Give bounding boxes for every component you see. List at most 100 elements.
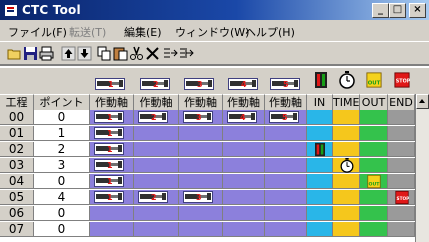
point-cell[interactable]: 0 (34, 206, 90, 221)
append-row-icon[interactable] (178, 45, 195, 62)
axis-cell[interactable] (179, 126, 223, 141)
copy-icon[interactable] (96, 45, 113, 62)
axis-cell[interactable] (134, 142, 179, 157)
out-cell[interactable] (360, 158, 388, 173)
title-bar[interactable]: CTC Tool _ □ × (0, 0, 429, 20)
end-cell[interactable] (388, 126, 415, 141)
point-cell[interactable]: 4 (34, 190, 90, 205)
in-cell[interactable] (307, 222, 333, 237)
axis-cell[interactable] (223, 174, 265, 189)
out-cell[interactable] (360, 142, 388, 157)
axis-cell[interactable] (134, 222, 179, 237)
paste-icon[interactable] (112, 45, 129, 62)
time-cell[interactable] (333, 126, 360, 141)
point-cell[interactable]: 0 (34, 110, 90, 125)
axis-cell[interactable] (265, 126, 307, 141)
column-header[interactable]: 作動軸 (265, 94, 307, 111)
out-cell[interactable] (360, 126, 388, 141)
move-up-icon[interactable] (60, 45, 77, 62)
time-cell[interactable] (333, 158, 360, 173)
step-cell[interactable]: 07 (0, 222, 34, 237)
out-cell[interactable] (360, 206, 388, 221)
palette-actuator-5-icon[interactable]: 5 (270, 75, 300, 90)
time-cell[interactable] (333, 206, 360, 221)
maximize-button[interactable]: □ (389, 3, 406, 18)
step-cell[interactable]: 00 (0, 110, 34, 125)
step-cell[interactable]: 02 (0, 142, 34, 157)
palette-time-icon[interactable] (339, 71, 355, 93)
column-header[interactable]: 作動軸 (223, 94, 265, 111)
save-icon[interactable] (22, 45, 39, 62)
in-cell[interactable] (307, 158, 333, 173)
column-header[interactable]: TIME (333, 94, 360, 111)
end-cell[interactable] (388, 222, 415, 237)
in-cell[interactable] (307, 206, 333, 221)
column-header[interactable]: 作動軸 (179, 94, 223, 111)
column-header[interactable]: 作動軸 (134, 94, 179, 111)
insert-row-icon[interactable] (162, 45, 179, 62)
point-cell[interactable]: 1 (34, 126, 90, 141)
axis-cell[interactable] (179, 222, 223, 237)
axis-cell[interactable]: 1 (90, 126, 134, 141)
palette-actuator-4-icon[interactable]: 4 (228, 75, 258, 90)
end-cell[interactable] (388, 206, 415, 221)
axis-cell[interactable]: 1 (90, 158, 134, 173)
step-cell[interactable]: 01 (0, 126, 34, 141)
column-header[interactable]: END (388, 94, 415, 111)
point-cell[interactable]: 2 (34, 142, 90, 157)
in-cell[interactable] (307, 110, 333, 125)
end-cell[interactable]: STOP (388, 190, 415, 205)
point-cell[interactable]: 3 (34, 158, 90, 173)
axis-cell[interactable] (265, 142, 307, 157)
axis-cell[interactable] (90, 206, 134, 221)
axis-cell[interactable] (134, 158, 179, 173)
axis-cell[interactable]: 3 (179, 110, 223, 125)
axis-cell[interactable] (223, 190, 265, 205)
out-cell[interactable] (360, 110, 388, 125)
axis-cell[interactable] (134, 206, 179, 221)
step-cell[interactable]: 05 (0, 190, 34, 205)
in-cell[interactable] (307, 142, 333, 157)
axis-cell[interactable] (223, 206, 265, 221)
axis-cell[interactable] (223, 222, 265, 237)
delete-icon[interactable] (144, 45, 161, 62)
out-cell[interactable] (360, 222, 388, 237)
minimize-button[interactable]: _ (372, 3, 389, 18)
end-cell[interactable] (388, 174, 415, 189)
axis-cell[interactable] (179, 174, 223, 189)
step-cell[interactable]: 04 (0, 174, 34, 189)
menu-help[interactable]: ヘルプ(H) (245, 24, 295, 40)
end-cell[interactable] (388, 158, 415, 173)
axis-cell[interactable] (179, 206, 223, 221)
in-cell[interactable] (307, 190, 333, 205)
axis-cell[interactable]: 2 (134, 190, 179, 205)
palette-out-icon[interactable]: OUT (366, 71, 382, 93)
axis-cell[interactable]: 1 (90, 174, 134, 189)
axis-cell[interactable] (265, 158, 307, 173)
step-cell[interactable]: 03 (0, 158, 34, 173)
menu-window[interactable]: ウィンドウ(W) (175, 24, 249, 40)
palette-in-icon[interactable] (313, 71, 329, 93)
palette-actuator-3-icon[interactable]: 3 (184, 75, 214, 90)
menu-edit[interactable]: 編集(E) (124, 24, 162, 40)
axis-cell[interactable]: 1 (90, 110, 134, 125)
column-header[interactable]: OUT (360, 94, 388, 111)
menu-transfer[interactable]: 転送(T) (69, 24, 106, 40)
axis-cell[interactable] (223, 126, 265, 141)
in-cell[interactable] (307, 126, 333, 141)
axis-cell[interactable] (223, 158, 265, 173)
menu-file[interactable]: ファイル(F) (8, 24, 67, 40)
vertical-scrollbar[interactable] (415, 94, 429, 242)
axis-cell[interactable] (265, 206, 307, 221)
axis-cell[interactable] (134, 174, 179, 189)
axis-cell[interactable] (265, 190, 307, 205)
axis-cell[interactable]: 4 (223, 110, 265, 125)
axis-cell[interactable]: 1 (90, 142, 134, 157)
end-cell[interactable] (388, 142, 415, 157)
time-cell[interactable] (333, 174, 360, 189)
out-cell[interactable] (360, 190, 388, 205)
in-cell[interactable] (307, 174, 333, 189)
axis-cell[interactable] (265, 174, 307, 189)
column-header[interactable]: 工程 (0, 94, 34, 111)
axis-cell[interactable]: 2 (134, 110, 179, 125)
